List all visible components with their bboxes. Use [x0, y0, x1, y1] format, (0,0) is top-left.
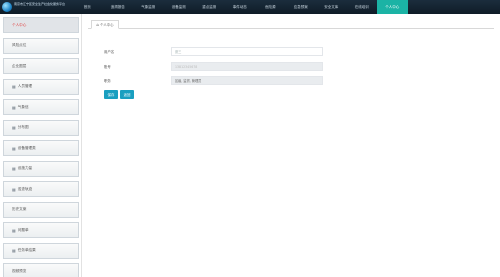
- username-field[interactable]: 张三: [171, 47, 323, 56]
- sidebar-item-label: 气象信: [17, 104, 29, 109]
- sidebar-item-5[interactable]: ▦ 分布图: [3, 119, 79, 136]
- sidebar-item-label: 设施力量: [17, 166, 33, 170]
- sidebar-item-label: 企业图层: [12, 63, 27, 68]
- username-label: 用户名: [104, 50, 115, 54]
- nav-item-1[interactable]: 追溯报告: [103, 0, 134, 14]
- grid-icon: ▦: [12, 227, 16, 233]
- nav-item-9[interactable]: 在线培训: [347, 0, 378, 14]
- top-nav: 南京市江宁区安全生产社会化服务平台 首页 追溯报告 气象监测 设备监测 重点监测 事件动态…: [0, 0, 500, 14]
- grid-icon: ▦: [12, 125, 16, 130]
- home-icon: ⌂: [96, 22, 99, 27]
- logo-globe-icon: [2, 2, 12, 12]
- sidebar-item-label: 风险点位: [12, 43, 27, 47]
- form-actions: 保存 返回: [104, 90, 134, 99]
- role-field: 区级, 监督, 管理员: [171, 76, 323, 85]
- role-label: 职务: [104, 79, 111, 83]
- sidebar-item-9[interactable]: 历史文案: [3, 201, 79, 218]
- nav-menu: 首页 追溯报告 气象监测 设备监测 重点监测 事件动态 危险源 应急预案 安全文库 在线培训 个人中…: [72, 0, 408, 14]
- sidebar-item-6[interactable]: ▦ 设备管理类: [3, 140, 79, 156]
- account-row: 账号 13812345678: [104, 62, 324, 71]
- back-button[interactable]: 返回: [120, 90, 134, 99]
- sidebar: 个人中心 风险点位 企业图层 ▦ 人员管理 ▦ 气象信 ▦ 分布图 ▦ 设备管理类 ▦ 设施力量 ▦ 巡查轨…: [0, 14, 82, 277]
- sidebar-item-label: 视频预览: [12, 268, 27, 273]
- sidebar-item-label: 任务单结果: [17, 248, 36, 252]
- sidebar-item-12[interactable]: 视频预览: [3, 263, 79, 277]
- sidebar-item-4[interactable]: ▦ 气象信: [3, 99, 79, 115]
- sidebar-item-label: 设备管理类: [17, 145, 36, 150]
- brand: 南京市江宁区安全生产社会化服务平台: [2, 0, 74, 14]
- nav-item-4[interactable]: 重点监测: [194, 0, 225, 14]
- grid-icon: ▦: [12, 248, 16, 253]
- nav-item-7[interactable]: 应急预案: [286, 0, 317, 14]
- breadcrumb: ⌂ 个人中心: [88, 19, 494, 29]
- nav-item-5[interactable]: 事件动态: [225, 0, 256, 14]
- sidebar-item-7[interactable]: ▦ 设施力量: [3, 160, 79, 177]
- sidebar-item-3[interactable]: ▦ 人员管理: [3, 78, 79, 95]
- sidebar-item-0[interactable]: 个人中心: [3, 17, 79, 33]
- nav-item-8[interactable]: 安全文库: [316, 0, 347, 14]
- brand-title: 南京市江宁区安全生产社会化服务平台: [14, 2, 66, 6]
- breadcrumb-tab[interactable]: ⌂ 个人中心: [91, 20, 119, 29]
- sidebar-item-2[interactable]: 企业图层: [3, 58, 79, 74]
- sidebar-item-label: 分布图: [17, 125, 29, 129]
- nav-item-6[interactable]: 危险源: [255, 0, 286, 14]
- sidebar-item-label: 个人中心: [12, 22, 27, 27]
- grid-icon: ▦: [12, 166, 16, 171]
- nav-item-0[interactable]: 首页: [72, 0, 103, 14]
- grid-icon: ▦: [12, 84, 16, 89]
- sidebar-item-10[interactable]: ▦ 问题单: [3, 222, 79, 238]
- nav-item-10[interactable]: 个人中心: [377, 0, 408, 14]
- breadcrumb-label: 个人中心: [99, 23, 114, 27]
- grid-icon: ▦: [12, 145, 16, 151]
- grid-icon: ▦: [12, 104, 16, 110]
- sidebar-item-8[interactable]: ▦ 巡查轨迹: [3, 181, 79, 197]
- account-label: 账号: [104, 65, 111, 69]
- account-field: 13812345678: [171, 62, 323, 71]
- sidebar-item-11[interactable]: ▦ 任务单结果: [3, 242, 79, 259]
- main-content: ⌂ 个人中心 用户名 张三 账号 13812345678 职务 区级, 监督, …: [88, 14, 500, 277]
- sidebar-item-label: 人员管理: [17, 84, 33, 88]
- sidebar-item-1[interactable]: 风险点位: [3, 37, 79, 54]
- grid-icon: ▦: [12, 186, 16, 192]
- sidebar-item-label: 历史文案: [12, 207, 27, 211]
- role-row: 职务 区级, 监督, 管理员: [104, 76, 324, 85]
- save-button[interactable]: 保存: [104, 90, 118, 99]
- sidebar-item-label: 问题单: [17, 227, 29, 232]
- sidebar-item-label: 巡查轨迹: [17, 186, 33, 191]
- nav-item-2[interactable]: 气象监测: [133, 0, 164, 14]
- nav-item-3[interactable]: 设备监测: [164, 0, 195, 14]
- username-row: 用户名 张三: [104, 47, 324, 56]
